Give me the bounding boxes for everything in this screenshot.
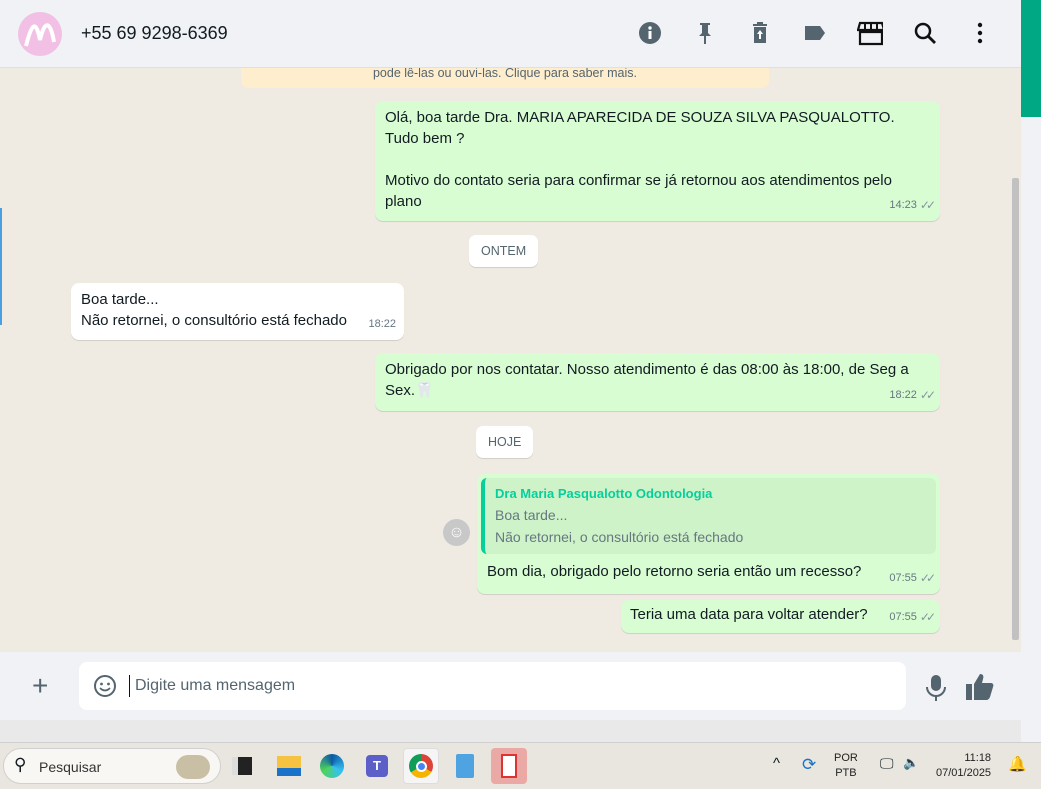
tray-overflow-icon[interactable]: ^ <box>773 755 780 772</box>
message-placeholder: Digite uma mensagem <box>135 677 296 694</box>
search-icon: ⚲ <box>14 755 27 774</box>
edge-icon[interactable] <box>314 748 350 784</box>
date-divider: HOJE <box>476 426 534 458</box>
sticker-icon[interactable] <box>93 674 117 703</box>
message-text: Teria uma data para voltar atender? <box>630 606 868 623</box>
thumbs-up-icon[interactable] <box>965 673 995 706</box>
info-icon[interactable] <box>637 20 663 46</box>
message-text: Bom dia, obrigado pelo retorno seria ent… <box>487 563 862 580</box>
encryption-notice[interactable]: pode lê-las ou ouvi-las. Clique para sab… <box>241 68 769 88</box>
react-emoji-icon[interactable]: ☺ <box>443 519 470 546</box>
snipping-tool-icon[interactable] <box>491 748 527 784</box>
message-input[interactable]: Digite uma mensagem <box>79 662 906 710</box>
window-edge <box>1021 117 1041 742</box>
network-icon[interactable]: 🖵 <box>880 755 894 772</box>
message-text: Não retornei, o consultório está fechado <box>81 312 347 329</box>
message-outgoing-reply[interactable]: Dra Maria Pasqualotto Odontologia Boa ta… <box>477 474 940 594</box>
read-receipt-icon: ✓✓ <box>919 571 936 585</box>
label-icon[interactable] <box>802 20 828 46</box>
scrollbar[interactable] <box>1012 178 1019 640</box>
message-outgoing[interactable]: Teria uma data para voltar atender? 07:5… <box>621 600 940 633</box>
task-view-icon[interactable] <box>224 748 260 784</box>
quoted-author: Dra Maria Pasqualotto Odontologia <box>495 486 713 501</box>
menu-icon[interactable] <box>967 20 993 46</box>
message-time: 18:22 <box>889 389 917 401</box>
message-text: Boa tarde... <box>81 291 159 308</box>
window-bottom <box>0 720 1021 742</box>
pin-icon[interactable] <box>692 20 718 46</box>
delete-icon[interactable] <box>747 20 773 46</box>
message-time: 14:23 <box>889 199 917 211</box>
message-time: 18:22 <box>368 318 396 330</box>
read-receipt-icon: ✓✓ <box>919 388 936 402</box>
read-receipt-icon: ✓✓ <box>919 198 936 212</box>
volume-icon[interactable]: 🔈 <box>903 755 919 771</box>
message-text: Obrigado por nos contatar. Nosso atendim… <box>385 361 909 399</box>
taskbar-search-label: Pesquisar <box>39 759 102 775</box>
quoted-text: Não retornei, o consultório está fechado <box>495 529 744 545</box>
microphone-icon[interactable] <box>924 674 948 707</box>
chat-header: +55 69 9298-6369 <box>0 0 1021 68</box>
notepad-icon[interactable] <box>447 748 483 784</box>
message-text: Motivo do contato seria para confirmar s… <box>385 172 892 210</box>
window-accent-bar <box>1021 0 1041 117</box>
teams-icon[interactable]: T <box>359 748 395 784</box>
search-icon[interactable] <box>912 20 938 46</box>
notification-bell-icon[interactable]: 🔔 <box>1008 755 1027 773</box>
date-divider: ONTEM <box>469 235 539 267</box>
clock[interactable]: 11:18 07/01/2025 <box>936 751 991 781</box>
conversation-panel: pode lê-las ou ouvi-las. Clique para sab… <box>0 68 1021 652</box>
message-text: Olá, boa tarde Dra. MARIA APARECIDA DE S… <box>385 109 895 147</box>
chrome-icon[interactable] <box>403 748 439 784</box>
sync-icon[interactable]: ⟳ <box>802 755 816 775</box>
compose-bar: + Digite uma mensagem <box>0 652 1021 720</box>
taskbar: ⚲ Pesquisar T ^ ⟳ POR PTB 🖵 🔈 11:18 07/01/… <box>0 742 1041 789</box>
language-indicator[interactable]: POR PTB <box>834 751 858 781</box>
attach-plus-icon[interactable]: + <box>32 672 48 700</box>
message-time: 07:55 <box>889 572 917 584</box>
message-outgoing[interactable]: Olá, boa tarde Dra. MARIA APARECIDA DE S… <box>375 101 940 221</box>
quoted-text: Boa tarde... <box>495 507 568 523</box>
read-receipt-icon: ✓✓ <box>919 610 936 624</box>
message-incoming[interactable]: Boa tarde... Não retornei, o consultório… <box>71 283 404 340</box>
taskbar-search[interactable]: ⚲ Pesquisar <box>3 748 221 784</box>
search-highlight-icon <box>176 755 210 779</box>
catalog-icon[interactable] <box>857 20 883 46</box>
focus-indicator <box>0 208 2 325</box>
contact-avatar[interactable] <box>18 12 62 56</box>
message-outgoing[interactable]: Obrigado por nos contatar. Nosso atendim… <box>375 353 940 411</box>
contact-name[interactable]: +55 69 9298-6369 <box>81 23 228 44</box>
message-time: 07:55 <box>889 611 917 623</box>
file-explorer-icon[interactable] <box>271 748 307 784</box>
quoted-message[interactable]: Dra Maria Pasqualotto Odontologia Boa ta… <box>481 478 936 554</box>
